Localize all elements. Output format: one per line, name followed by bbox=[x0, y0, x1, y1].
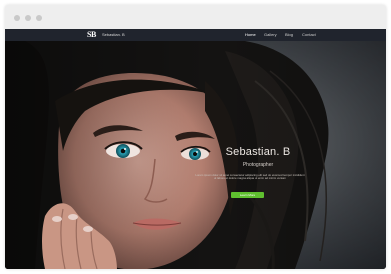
hero-title: Sebastian. B bbox=[225, 146, 291, 158]
window-dot-maximize-icon[interactable] bbox=[36, 15, 42, 21]
hero-portrait-image bbox=[5, 41, 386, 269]
nav-home[interactable]: Home bbox=[245, 32, 256, 37]
hero-description: Lorem ipsum dolor sit amet consectetur a… bbox=[195, 173, 305, 181]
nav-gallery[interactable]: Gallery bbox=[264, 32, 277, 37]
brand-name[interactable]: Sebastian. B bbox=[102, 32, 125, 37]
navbar: SB Sebastian. B Home Gallery Blog Contac… bbox=[5, 29, 386, 41]
nav-blog[interactable]: Blog bbox=[285, 32, 293, 37]
hero-subtitle: Photographer bbox=[242, 162, 274, 168]
nav-contact[interactable]: Contact bbox=[302, 32, 316, 37]
browser-window: SB Sebastian. B Home Gallery Blog Contac… bbox=[5, 5, 386, 269]
learn-more-button[interactable]: Learn More bbox=[231, 192, 264, 198]
logo[interactable]: SB bbox=[87, 31, 96, 39]
browser-chrome bbox=[5, 5, 386, 29]
hero-section: Sebastian. B Photographer Lorem ipsum do… bbox=[5, 41, 386, 269]
window-dot-minimize-icon[interactable] bbox=[25, 15, 31, 21]
website: SB Sebastian. B Home Gallery Blog Contac… bbox=[5, 29, 386, 269]
window-dot-close-icon[interactable] bbox=[14, 15, 20, 21]
